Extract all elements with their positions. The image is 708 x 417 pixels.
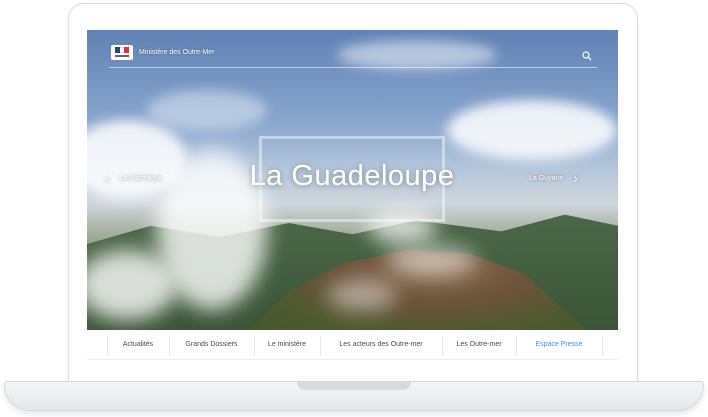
header-divider	[109, 67, 597, 68]
menu-item-grands-dossiers[interactable]: Grands Dossiers	[169, 330, 254, 360]
flag-icon	[115, 47, 130, 53]
hero-screen: Ministère des Outre-Mer La Guadeloupe ‹ …	[87, 30, 618, 330]
carousel-prev-label: La Martinique	[119, 174, 163, 182]
hero-title: La Guadeloupe	[249, 160, 455, 192]
carousel-next-label: La Guyane	[529, 174, 564, 182]
cloud	[447, 100, 617, 160]
laptop-notch	[297, 381, 411, 390]
chevron-left-icon: ‹	[105, 170, 110, 186]
menu-item-actualites[interactable]: Actualités	[107, 330, 169, 360]
chevron-right-icon: ›	[573, 170, 578, 186]
carousel-next[interactable]: La Guyane ›	[529, 171, 578, 185]
ministry-name[interactable]: Ministère des Outre-Mer	[139, 49, 214, 56]
site-header: Ministère des Outre-Mer	[87, 30, 618, 68]
carousel-prev[interactable]: ‹ La Martinique	[105, 171, 162, 185]
menu-divider	[602, 336, 603, 356]
mist	[327, 280, 397, 310]
menu-item-espace-presse[interactable]: Espace Presse	[516, 330, 602, 360]
main-menu: Actualités Grands Dossiers Le ministère …	[87, 330, 618, 360]
menu-item-acteurs[interactable]: Les acteurs des Outre-mer	[320, 330, 442, 360]
search-icon[interactable]	[582, 51, 592, 61]
cloud	[147, 90, 267, 130]
marianne-logo[interactable]	[111, 45, 133, 60]
logo-wordmark	[115, 55, 129, 57]
menu-item-le-ministere[interactable]: Le ministère	[254, 330, 320, 360]
menu-item-outre-mer[interactable]: Les Outre-mer	[442, 330, 516, 360]
mist	[387, 245, 477, 275]
